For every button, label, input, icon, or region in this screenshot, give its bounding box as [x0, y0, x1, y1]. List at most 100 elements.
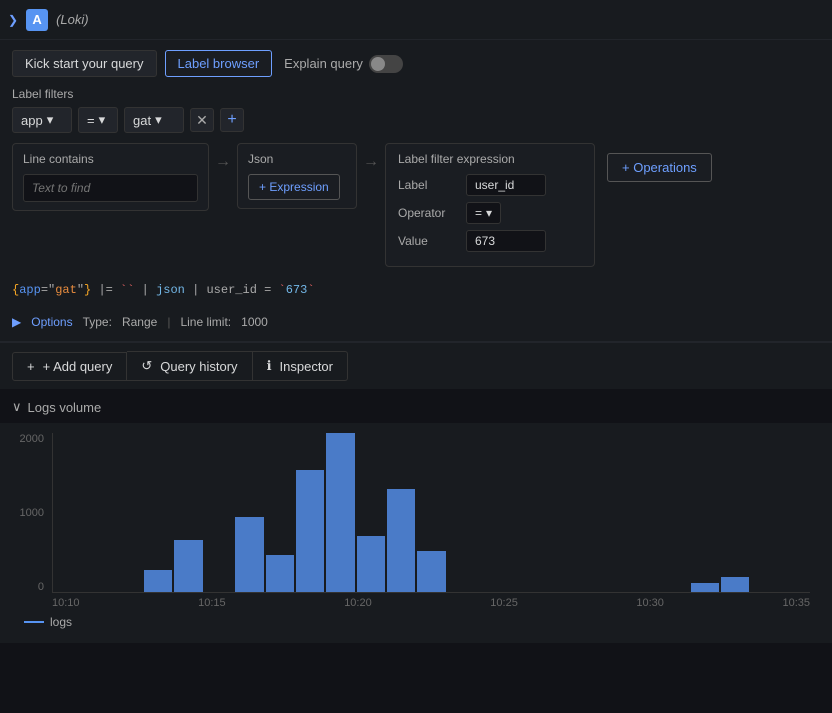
- close-icon: ✕: [196, 112, 208, 129]
- chart-legend: logs: [12, 609, 820, 635]
- bar: [235, 517, 263, 592]
- datasource-name: (Loki): [56, 12, 89, 27]
- app-select[interactable]: app ▾: [12, 107, 72, 133]
- bar: [387, 489, 415, 592]
- label-browser-button[interactable]: Label browser: [165, 50, 273, 77]
- bar: [296, 470, 324, 592]
- query-history-button[interactable]: ↺ Query history: [127, 351, 252, 381]
- qs-app-val: gat: [55, 283, 77, 297]
- lfe-title: Label filter expression: [398, 152, 582, 166]
- options-label[interactable]: Options: [31, 315, 72, 329]
- operations-button[interactable]: + Operations: [607, 153, 712, 182]
- chart-container: 2000 1000 0 10:10 10:15 10:20 10:25 10:3…: [0, 423, 832, 643]
- operator-value: =: [87, 113, 95, 128]
- x-label-1015: 10:15: [198, 597, 226, 609]
- bars-area: [52, 433, 810, 593]
- datasource-chevron-icon[interactable]: ❯: [8, 13, 18, 27]
- app-chevron-icon: ▾: [47, 112, 54, 128]
- info-icon: ℹ: [267, 358, 272, 374]
- line-contains-block: Line contains: [12, 143, 209, 211]
- explain-query-switch[interactable]: [369, 55, 403, 73]
- lfe-label-input[interactable]: user_id: [466, 174, 546, 196]
- bar: [357, 536, 385, 592]
- line-contains-title: Line contains: [23, 152, 198, 166]
- label-chevron-icon: ▾: [155, 112, 162, 128]
- label-filters-label: Label filters: [12, 87, 820, 101]
- query-string: {app="gat"} |= `` | json | user_id = `67…: [12, 277, 820, 303]
- qs-json-kw: json: [156, 283, 185, 297]
- legend-line-icon: [24, 621, 44, 623]
- remove-filter-button[interactable]: ✕: [190, 108, 214, 132]
- options-type-value: Range: [122, 315, 157, 329]
- op-chevron-icon: ▾: [99, 112, 106, 128]
- x-label-1010: 10:10: [52, 597, 80, 609]
- label-value: gat: [133, 113, 151, 128]
- qs-pipe1: |=: [98, 283, 120, 297]
- add-filter-button[interactable]: +: [220, 108, 244, 132]
- explain-query-label: Explain query: [284, 56, 363, 71]
- options-chevron-icon[interactable]: ▶: [12, 315, 21, 329]
- pipeline: Line contains → Json + Expression → Labe…: [12, 143, 820, 267]
- x-label-1025: 10:25: [490, 597, 518, 609]
- y-label-1000: 1000: [20, 507, 44, 519]
- lfe-op-chevron-icon: ▾: [486, 206, 492, 220]
- query-area: Kick start your query Label browser Expl…: [0, 40, 832, 342]
- brace-close: }: [84, 283, 91, 297]
- label-value-select[interactable]: gat ▾: [124, 107, 184, 133]
- bottom-toolbar: + + Add query ↺ Query history ℹ Inspecto…: [0, 342, 832, 389]
- kick-start-button[interactable]: Kick start your query: [12, 50, 157, 77]
- label-filter-expression-block: Label filter expression Label user_id Op…: [385, 143, 595, 267]
- y-label-0: 0: [38, 581, 44, 593]
- x-axis: 10:10 10:15 10:20 10:25 10:30 10:35: [12, 597, 820, 609]
- operator-select[interactable]: = ▾: [78, 107, 118, 133]
- y-label-2000: 2000: [20, 433, 44, 445]
- legend-label: logs: [50, 615, 72, 629]
- add-expression-button[interactable]: + Expression: [248, 174, 340, 200]
- qs-val-tick-open: `: [279, 283, 286, 297]
- logs-volume-chevron-icon[interactable]: ∨: [12, 399, 22, 415]
- logs-volume-title: Logs volume: [28, 400, 102, 415]
- lfe-operator-field: Operator: [398, 206, 458, 220]
- arrow1-icon: →: [209, 153, 237, 171]
- filter-row: app ▾ = ▾ gat ▾ ✕ +: [12, 107, 820, 133]
- qs-eq2: ": [77, 283, 84, 297]
- bar: [721, 577, 749, 592]
- bar: [417, 551, 445, 592]
- history-icon: ↺: [141, 358, 152, 374]
- bar: [691, 583, 719, 592]
- bar: [174, 540, 202, 592]
- inspector-button[interactable]: ℹ Inspector: [253, 351, 348, 381]
- plus-icon: +: [227, 111, 236, 129]
- qs-userid-field: user_id: [206, 283, 256, 297]
- y-axis: 2000 1000 0: [12, 433, 48, 593]
- bar: [266, 555, 294, 592]
- qs-eq1: =": [41, 283, 55, 297]
- app-value: app: [21, 113, 43, 128]
- qs-val-673: 673: [286, 283, 308, 297]
- top-bar: ❯ A (Loki): [0, 0, 832, 40]
- qs-backtick1: ``: [120, 283, 134, 297]
- json-title: Json: [248, 152, 346, 166]
- options-line-limit-value: 1000: [241, 315, 268, 329]
- add-query-button[interactable]: + + Add query: [12, 352, 127, 381]
- lfe-value-input[interactable]: 673: [466, 230, 546, 252]
- x-label-1035: 10:35: [782, 597, 810, 609]
- bar: [326, 433, 354, 592]
- toolbar-row: Kick start your query Label browser Expl…: [12, 50, 820, 77]
- lfe-label-row: Label user_id: [398, 174, 582, 196]
- json-block: Json + Expression: [237, 143, 357, 209]
- lfe-operator-select[interactable]: = ▾: [466, 202, 501, 224]
- arrow2-icon: →: [357, 153, 385, 171]
- options-line-limit-label: Line limit:: [180, 315, 231, 329]
- bar: [144, 570, 172, 592]
- logs-volume-section: ∨ Logs volume 2000 1000 0 10:10 10:15 10…: [0, 389, 832, 643]
- qs-val-tick-close: `: [307, 283, 314, 297]
- qs-app-key: app: [19, 283, 41, 297]
- lfe-label-field: Label: [398, 178, 458, 192]
- lfe-value-field: Value: [398, 234, 458, 248]
- qs-eq3: =: [264, 283, 278, 297]
- x-label-1030: 10:30: [636, 597, 664, 609]
- options-row: ▶ Options Type: Range | Line limit: 1000: [12, 309, 820, 331]
- text-to-find-input[interactable]: [23, 174, 198, 202]
- qs-pipe2: |: [142, 283, 156, 297]
